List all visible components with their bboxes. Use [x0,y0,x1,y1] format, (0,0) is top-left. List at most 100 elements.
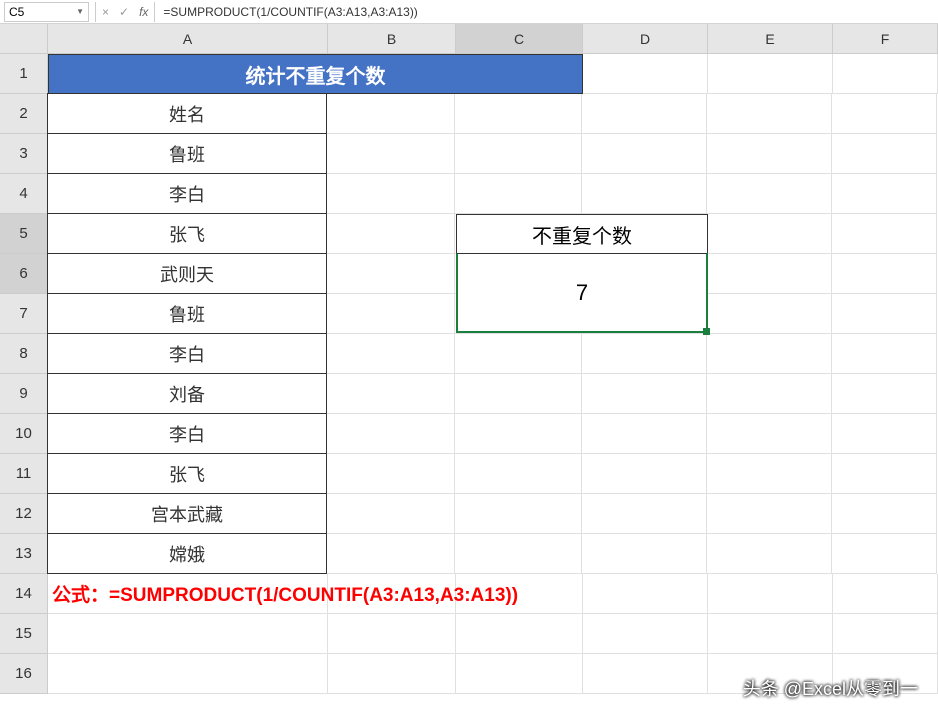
cell-B11[interactable] [327,454,455,494]
result-header-cell[interactable]: 不重复个数 [456,214,708,254]
cell-F14[interactable] [833,574,938,614]
row-header-14[interactable]: 14 [0,574,48,614]
cell-A14-formula[interactable]: 公式：=SUMPRODUCT(1/COUNTIF(A3:A13,A3:A13)) [48,574,328,614]
row-header-5[interactable]: 5 [0,214,48,254]
cell-F11[interactable] [832,454,937,494]
chevron-down-icon[interactable]: ▼ [76,7,84,16]
cell-F15[interactable] [833,614,938,654]
fill-handle[interactable] [703,328,710,335]
row-header-3[interactable]: 3 [0,134,48,174]
cell-B9[interactable] [327,374,455,414]
cell-C2[interactable] [455,94,582,134]
col-header-D[interactable]: D [583,24,708,54]
cell-A10[interactable]: 李白 [47,413,327,454]
fx-icon[interactable]: fx [139,5,148,19]
cell-C13[interactable] [455,534,582,574]
row-header-7[interactable]: 7 [0,294,48,334]
cell-A15[interactable] [48,614,328,654]
cell-B4[interactable] [327,174,455,214]
cell-C15[interactable] [456,614,583,654]
cell-B16[interactable] [328,654,456,694]
cell-E12[interactable] [707,494,832,534]
cell-A5[interactable]: 张飞 [47,213,327,254]
cell-D14[interactable] [583,574,708,614]
cell-C8[interactable] [455,334,582,374]
cell-E9[interactable] [707,374,832,414]
cell-D9[interactable] [582,374,707,414]
cell-B6[interactable] [327,254,455,294]
cell-B2[interactable] [327,94,455,134]
cell-D2[interactable] [582,94,707,134]
name-box[interactable]: C5 ▼ [4,2,89,22]
cell-E10[interactable] [707,414,832,454]
cell-C3[interactable] [455,134,582,174]
cell-C16[interactable] [456,654,583,694]
cell-D15[interactable] [583,614,708,654]
cell-A12[interactable]: 宫本武藏 [47,493,327,534]
cell-B3[interactable] [327,134,455,174]
cell-E11[interactable] [707,454,832,494]
col-header-A[interactable]: A [48,24,328,54]
cell-C12[interactable] [455,494,582,534]
cell-C10[interactable] [455,414,582,454]
row-header-9[interactable]: 9 [0,374,48,414]
cell-A9[interactable]: 刘备 [47,373,327,414]
cell-B7[interactable] [327,294,455,334]
cell-E1[interactable] [708,54,833,94]
cell-D4[interactable] [582,174,707,214]
cell-E6[interactable] [707,254,832,294]
cell-F8[interactable] [832,334,937,374]
cell-E7[interactable] [707,294,832,334]
col-header-C[interactable]: C [456,24,583,54]
col-header-E[interactable]: E [708,24,833,54]
row-header-6[interactable]: 6 [0,254,48,294]
cell-F1[interactable] [833,54,938,94]
cell-C4[interactable] [455,174,582,214]
cell-F3[interactable] [832,134,937,174]
cell-B12[interactable] [327,494,455,534]
confirm-formula-icon[interactable]: ✓ [119,5,129,19]
cell-D13[interactable] [582,534,707,574]
cell-D3[interactable] [582,134,707,174]
cell-D12[interactable] [582,494,707,534]
cell-B13[interactable] [327,534,455,574]
row-header-8[interactable]: 8 [0,334,48,374]
cell-F4[interactable] [832,174,937,214]
formula-input[interactable]: =SUMPRODUCT(1/COUNTIF(A3:A13,A3:A13)) [155,2,938,22]
row-header-13[interactable]: 13 [0,534,48,574]
cell-A16[interactable] [48,654,328,694]
cell-E5[interactable] [707,214,832,254]
row-header-12[interactable]: 12 [0,494,48,534]
row-header-16[interactable]: 16 [0,654,48,694]
cell-A8[interactable]: 李白 [47,333,327,374]
row-header-10[interactable]: 10 [0,414,48,454]
cell-F7[interactable] [832,294,937,334]
result-value-cell[interactable]: 7 [456,253,708,333]
cell-E4[interactable] [707,174,832,214]
cell-E2[interactable] [707,94,832,134]
cell-A7[interactable]: 鲁班 [47,293,327,334]
cell-A3[interactable]: 鲁班 [47,133,327,174]
cell-E13[interactable] [707,534,832,574]
cell-E8[interactable] [707,334,832,374]
col-header-F[interactable]: F [833,24,938,54]
col-header-B[interactable]: B [328,24,456,54]
cell-F10[interactable] [832,414,937,454]
cell-A11[interactable]: 张飞 [47,453,327,494]
cell-D11[interactable] [582,454,707,494]
cell-F13[interactable] [832,534,937,574]
cell-F12[interactable] [832,494,937,534]
cell-F6[interactable] [832,254,937,294]
cell-B10[interactable] [327,414,455,454]
cell-B8[interactable] [327,334,455,374]
cell-C11[interactable] [455,454,582,494]
cancel-formula-icon[interactable]: × [102,5,109,19]
cell-C9[interactable] [455,374,582,414]
cell-A13[interactable]: 嫦娥 [47,533,327,574]
row-header-4[interactable]: 4 [0,174,48,214]
cell-D8[interactable] [582,334,707,374]
cell-D16[interactable] [583,654,708,694]
cell-E15[interactable] [708,614,833,654]
cell-E3[interactable] [707,134,832,174]
cell-D10[interactable] [582,414,707,454]
